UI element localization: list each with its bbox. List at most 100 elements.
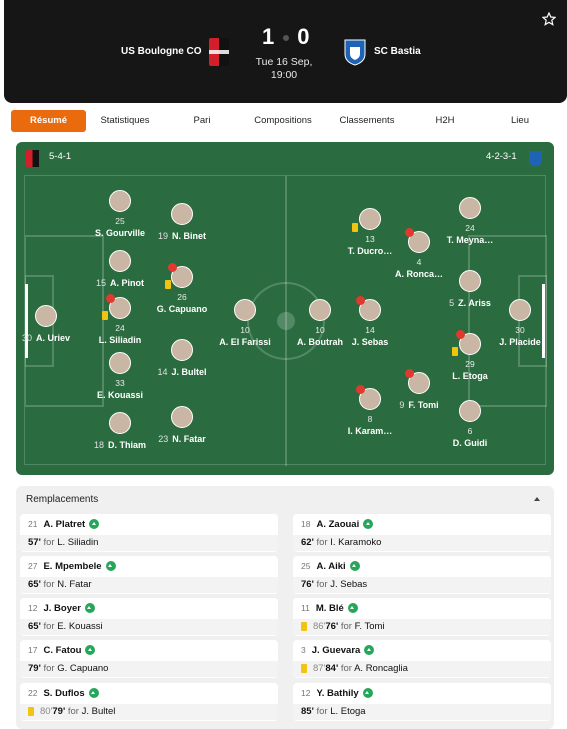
match-time: 19:00 — [270, 69, 298, 81]
yellow-card-icon — [301, 663, 307, 673]
match-date: Tue 16 Sep, — [255, 56, 313, 68]
sub-player-in: E. Mpembele — [43, 561, 102, 572]
sub-away-2[interactable]: 11 M. Blé 86'76' for F. Tomi — [293, 598, 551, 636]
scoreline: 10 — [262, 24, 311, 50]
sub-number: 12 — [28, 603, 38, 613]
lineup-pitch: 5-4-1 4-2-3-1 30 A. Uriev 25 S. Gourville … — [16, 142, 554, 475]
heart-icon — [456, 330, 465, 339]
yellow-card-icon — [165, 280, 171, 289]
player-photo — [171, 339, 193, 361]
tab-compositions[interactable]: Compositions — [243, 110, 323, 132]
heart-icon — [405, 228, 414, 237]
player-name: J. Bultel — [171, 367, 207, 377]
player-number: 24 — [115, 323, 125, 333]
sub-for-label: for — [340, 663, 352, 674]
kickoff-datetime: Tue 16 Sep, 19:00 — [244, 56, 324, 82]
yellow-card-icon — [301, 621, 307, 631]
sub-player-out: J. Bultel — [81, 706, 116, 717]
yellow-card-icon — [352, 223, 358, 232]
arrow-up-circle-icon — [347, 603, 358, 614]
player-number: 4 — [416, 257, 422, 267]
chevron-up-icon[interactable] — [534, 497, 540, 501]
sub-number: 27 — [28, 561, 38, 571]
arrow-up-circle-icon — [88, 688, 99, 699]
sub-for-label: for — [43, 537, 55, 548]
sub-minute: 65' — [28, 621, 41, 632]
player-away-1[interactable]: 14 J. Sebas — [325, 296, 415, 347]
sub-for-label: for — [43, 579, 55, 590]
card-minute: 80' — [40, 706, 53, 717]
sub-away-1[interactable]: 25 A. Aiki 76' for J. Sebas — [293, 556, 551, 594]
tab-statistiques[interactable]: Statistiques — [90, 110, 160, 132]
sub-number: 21 — [28, 519, 38, 529]
sub-player-out: L. Etoga — [330, 706, 366, 717]
arrow-up-circle-icon — [89, 519, 100, 530]
sub-away-4[interactable]: 12 Y. Bathily 85' for L. Etoga — [293, 683, 551, 721]
sub-for-label: for — [316, 706, 328, 717]
tab-resume[interactable]: Résumé — [11, 110, 86, 132]
sub-number: 22 — [28, 688, 38, 698]
player-name: N. Binet — [172, 231, 207, 241]
sub-player-out: A. Roncaglia — [354, 663, 408, 674]
tab-lieu[interactable]: Lieu — [487, 110, 553, 132]
arrow-up-circle-icon — [85, 645, 96, 656]
star-outline-icon[interactable] — [542, 12, 556, 26]
home-team-crest-small — [26, 150, 39, 167]
player-away-9[interactable]: 6 D. Guidi — [425, 400, 515, 448]
player-name: J. Placide — [499, 337, 541, 347]
player-home-9[interactable]: 23 N. Fatar — [137, 406, 227, 444]
sub-home-1[interactable]: 27 E. Mpembele 65' for N. Fatar — [20, 556, 278, 594]
player-name: L. Etoga — [452, 371, 488, 381]
player-photo — [109, 250, 131, 272]
tab-classements[interactable]: Classements — [329, 110, 405, 132]
player-photo — [459, 197, 481, 219]
sub-number: 25 — [301, 561, 311, 571]
sub-home-3[interactable]: 17 C. Fatou 79' for G. Capuano — [20, 640, 278, 678]
sub-player-in: A. Platret — [43, 519, 86, 530]
sub-player-out: J. Sebas — [330, 579, 368, 590]
player-name: A. Uriev — [36, 333, 71, 343]
home-formation: 5-4-1 — [49, 151, 72, 162]
home-team-crest[interactable] — [209, 38, 229, 66]
player-number: 14 — [157, 367, 168, 377]
sub-number: 12 — [301, 688, 311, 698]
arrow-up-circle-icon — [105, 561, 116, 572]
sub-away-0[interactable]: 18 A. Zaouai 62' for I. Karamoko — [293, 514, 551, 552]
sub-away-3[interactable]: 3 J. Guevara 87'84' for A. Roncaglia — [293, 640, 551, 678]
player-photo — [109, 412, 131, 434]
player-number: 5 — [449, 298, 455, 308]
home-team-name[interactable]: US Boulogne CO — [121, 46, 202, 57]
player-number: 14 — [365, 325, 375, 335]
arrow-up-circle-icon — [349, 561, 360, 572]
sub-player-in: M. Blé — [315, 603, 344, 614]
sub-player-in: Y. Bathily — [316, 688, 359, 699]
player-away-10[interactable]: 30 J. Placide — [475, 299, 565, 347]
arrow-up-circle-icon — [363, 519, 374, 530]
yellow-card-icon — [28, 706, 34, 716]
match-header: US Boulogne CO 10 Tue 16 Sep, 19:00 SC B… — [4, 0, 567, 103]
tab-h2h[interactable]: H2H — [415, 110, 475, 132]
player-name: E. Kouassi — [96, 390, 143, 400]
player-photo — [359, 208, 381, 230]
home-score: 1 — [262, 24, 276, 49]
player-away-6[interactable]: 24 T. Meyna… — [425, 197, 515, 245]
sub-for-label: for — [67, 706, 79, 717]
sub-player-out: E. Kouassi — [57, 621, 103, 632]
sub-player-out: N. Fatar — [57, 579, 92, 590]
card-minute: 87' — [313, 663, 326, 674]
sub-number: 17 — [28, 645, 38, 655]
substitutions-title: Remplacements — [26, 494, 99, 505]
player-number: 30 — [515, 325, 525, 335]
away-team-name[interactable]: SC Bastia — [374, 46, 421, 57]
sub-player-in: J. Boyer — [43, 603, 81, 614]
player-home-6[interactable]: 19 N. Binet — [137, 203, 227, 241]
sub-home-0[interactable]: 21 A. Platret 57' for L. Siliadin — [20, 514, 278, 552]
sub-home-2[interactable]: 12 J. Boyer 65' for E. Kouassi — [20, 598, 278, 636]
heart-icon — [356, 296, 365, 305]
player-number: 8 — [367, 414, 373, 424]
tab-pari[interactable]: Pari — [171, 110, 233, 132]
sub-home-4[interactable]: 22 S. Duflos 80'79' for J. Bultel — [20, 683, 278, 721]
heart-icon — [168, 263, 177, 272]
player-number: 9 — [399, 400, 405, 410]
away-team-crest[interactable] — [343, 38, 367, 66]
